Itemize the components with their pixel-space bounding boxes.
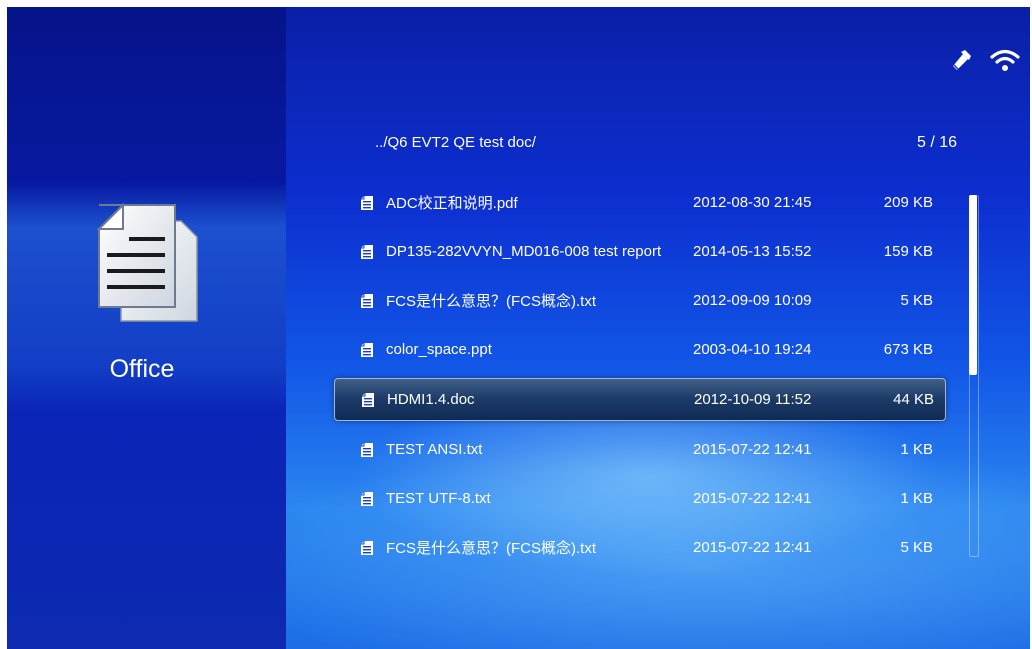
file-icon: [360, 442, 374, 458]
file-date: 2012-10-09 11:52: [694, 391, 812, 408]
file-date: 2015-07-22 12:41: [693, 441, 812, 458]
file-name: TEST UTF-8.txt: [386, 490, 491, 507]
file-date: 2014-05-13 15:52: [693, 243, 812, 260]
file-row[interactable]: FCS是什么意思？(FCS概念).txt 2012-09-09 10:09 5 KB: [334, 276, 946, 325]
file-icon: [360, 244, 374, 260]
file-icon: [360, 540, 374, 556]
usb-stick-icon: [948, 49, 972, 77]
file-row[interactable]: DP135-282VVYN_MD016-008 test report 2014-…: [334, 227, 946, 276]
file-icon: [360, 491, 374, 507]
file-size: 1 KB: [900, 490, 933, 507]
file-date: 2015-07-22 12:41: [693, 490, 812, 507]
file-icon: [361, 392, 375, 408]
file-date: 2012-08-30 21:45: [693, 194, 812, 211]
file-name: FCS是什么意思？(FCS概念).txt: [386, 293, 596, 310]
scrollbar-thumb[interactable]: [969, 195, 977, 375]
category-label: Office: [109, 355, 175, 383]
file-date: 2015-07-22 12:41: [693, 539, 812, 556]
file-row-selected[interactable]: HDMI1.4.doc 2012-10-09 11:52 44 KB: [334, 378, 946, 421]
file-size: 44 KB: [893, 391, 934, 408]
file-size: 1 KB: [900, 441, 933, 458]
page-indicator: 5 / 16: [916, 134, 957, 151]
projector-screen: Office ../Q6 EVT2 QE test doc/ 5 / 16 AD…: [7, 7, 1030, 649]
file-icon: [360, 342, 374, 358]
file-size: 673 KB: [883, 341, 933, 358]
file-date: 2003-04-10 19:24: [693, 341, 812, 358]
file-name: TEST ANSI.txt: [386, 441, 483, 458]
current-path: ../Q6 EVT2 QE test doc/: [375, 134, 536, 151]
file-name: FCS是什么意思？(FCS概念).txt: [386, 540, 596, 557]
file-date: 2012-09-09 10:09: [693, 292, 812, 309]
status-icons: [948, 49, 1020, 77]
file-row[interactable]: TEST ANSI.txt 2015-07-22 12:41 1 KB: [334, 425, 946, 474]
file-row[interactable]: TEST UTF-8.txt 2015-07-22 12:41 1 KB: [334, 474, 946, 523]
document-icon[interactable]: [89, 195, 199, 335]
category-sidebar: Office: [7, 7, 286, 649]
file-size: 159 KB: [883, 243, 933, 260]
file-name: HDMI1.4.doc: [387, 391, 475, 408]
file-list: ADC校正和说明.pdf 2012-08-30 21:45 209 KB DP135-…: [334, 178, 946, 572]
file-size: 209 KB: [883, 194, 933, 211]
file-name: color_space.ppt: [386, 341, 492, 358]
file-icon: [360, 195, 374, 211]
file-row[interactable]: ADC校正和说明.pdf 2012-08-30 21:45 209 KB: [334, 178, 946, 227]
file-size: 5 KB: [900, 292, 933, 309]
file-icon: [360, 293, 374, 309]
file-name: DP135-282VVYN_MD016-008 test report: [386, 243, 662, 260]
wifi-icon: [990, 49, 1020, 77]
file-size: 5 KB: [900, 539, 933, 556]
file-name: ADC校正和说明.pdf: [386, 195, 518, 212]
file-row[interactable]: FCS是什么意思？(FCS概念).txt 2015-07-22 12:41 5 KB: [334, 523, 946, 572]
file-row[interactable]: color_space.ppt 2003-04-10 19:24 673 KB: [334, 325, 946, 374]
